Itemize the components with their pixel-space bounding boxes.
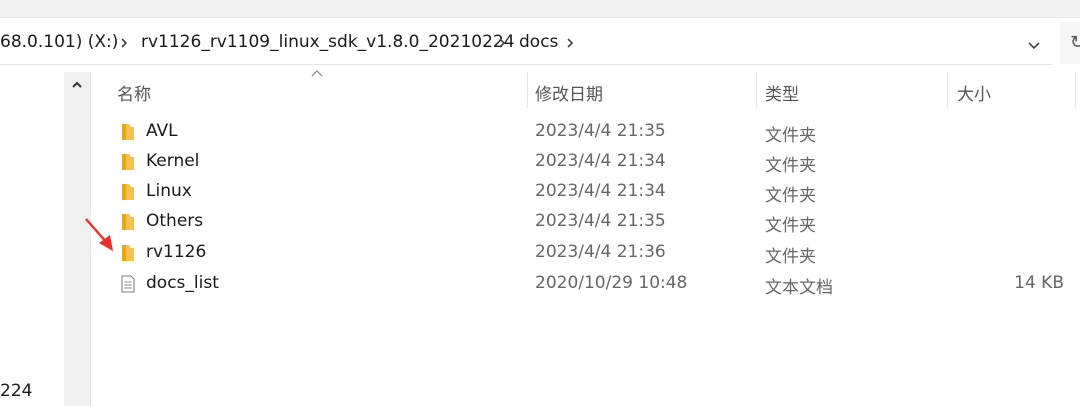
file-type: 文件夹 <box>765 216 816 236</box>
breadcrumb-sdk-folder[interactable]: rv1126_rv1109_linux_sdk_v1.8.0_20210224 <box>141 32 515 52</box>
column-divider[interactable] <box>1075 72 1076 108</box>
file-row[interactable]: Kernel 2023/4/4 21:34 文件夹 <box>110 147 1080 177</box>
text-file-icon <box>121 275 135 293</box>
file-type: 文件夹 <box>765 156 816 176</box>
file-row[interactable]: rv1126 2023/4/4 21:36 文件夹 <box>110 238 1080 268</box>
column-header-name[interactable]: 名称 <box>117 80 151 105</box>
folder-icon <box>122 214 134 230</box>
file-date: 2023/4/4 21:35 <box>535 211 666 231</box>
file-name: Linux <box>146 181 192 201</box>
file-row[interactable]: Linux 2023/4/4 21:34 文件夹 <box>110 177 1080 207</box>
file-type: 文件夹 <box>765 247 816 267</box>
file-name: AVL <box>146 121 178 141</box>
column-header-size[interactable]: 大小 <box>957 80 991 105</box>
column-divider[interactable] <box>527 72 528 108</box>
file-row[interactable]: AVL 2023/4/4 21:35 文件夹 <box>110 117 1080 147</box>
chevron-right-icon[interactable] <box>563 36 577 50</box>
file-date: 2023/4/4 21:35 <box>535 121 666 141</box>
column-divider[interactable] <box>756 72 757 108</box>
sort-ascending-icon <box>311 70 323 77</box>
file-name: Kernel <box>146 151 200 171</box>
nav-item-partial[interactable]: 224 <box>0 381 32 401</box>
chevron-down-icon[interactable] <box>1024 35 1044 55</box>
folder-icon <box>122 184 134 200</box>
file-row[interactable]: Others 2023/4/4 21:35 文件夹 <box>110 207 1080 237</box>
file-date: 2023/4/4 21:34 <box>535 151 666 171</box>
file-type: 文件夹 <box>765 126 816 146</box>
file-name: Others <box>146 211 204 231</box>
column-header-date[interactable]: 修改日期 <box>535 80 603 105</box>
chevron-right-icon[interactable] <box>495 36 509 50</box>
window-top-strip <box>0 0 1080 18</box>
breadcrumb-docs[interactable]: docs <box>519 32 558 52</box>
file-name: rv1126 <box>146 242 207 262</box>
folder-icon <box>122 245 134 261</box>
chevron-up-icon[interactable] <box>70 78 84 92</box>
file-date: 2023/4/4 21:36 <box>535 242 666 262</box>
address-bar[interactable]: 68.0.101) (X:) rv1126_rv1109_linux_sdk_v… <box>0 22 1052 65</box>
column-divider[interactable] <box>947 72 948 108</box>
file-type: 文本文档 <box>765 278 833 298</box>
folder-icon <box>122 154 134 170</box>
chevron-right-icon[interactable] <box>117 36 131 50</box>
file-type: 文件夹 <box>765 186 816 206</box>
file-date: 2020/10/29 10:48 <box>535 273 688 293</box>
refresh-icon: ↻ <box>1070 32 1080 53</box>
navigation-pane: 224 <box>0 65 62 406</box>
breadcrumb-drive[interactable]: 68.0.101) (X:) <box>0 32 118 52</box>
refresh-button[interactable]: ↻ <box>1060 22 1080 64</box>
file-date: 2023/4/4 21:34 <box>535 181 666 201</box>
red-arrow-annotation <box>85 218 113 251</box>
column-header-type[interactable]: 类型 <box>765 80 799 105</box>
file-row[interactable]: docs_list 2020/10/29 10:48 文本文档 14 KB <box>110 269 1080 299</box>
file-name: docs_list <box>146 273 219 293</box>
file-size: 14 KB <box>1014 273 1064 293</box>
folder-icon <box>122 124 134 140</box>
